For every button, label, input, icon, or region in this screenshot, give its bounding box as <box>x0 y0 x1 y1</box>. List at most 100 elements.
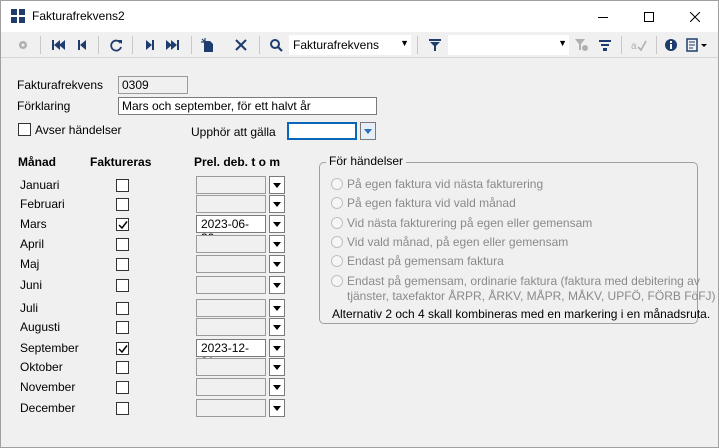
month-invoiced-checkbox[interactable] <box>116 381 129 394</box>
month-prel-date-field[interactable] <box>196 195 266 213</box>
title-bar[interactable]: Fakturafrekvens2 <box>1 1 718 32</box>
close-button[interactable] <box>672 1 718 32</box>
month-invoiced-checkbox[interactable] <box>116 402 129 415</box>
month-invoiced-checkbox[interactable] <box>116 198 129 211</box>
month-prel-date-field[interactable] <box>196 399 266 417</box>
month-prel-date-field[interactable] <box>196 358 266 376</box>
search-field-combo[interactable]: Fakturafrekvens ▼ <box>289 35 411 55</box>
chevron-down-icon: ▼ <box>400 38 409 48</box>
month-label: Oktober <box>20 360 63 374</box>
new-document-button[interactable] <box>198 35 218 55</box>
month-date-dropdown-button[interactable] <box>269 299 285 317</box>
event-option-label: På egen faktura vid vald månad <box>347 196 516 210</box>
toolbar-separator <box>98 36 99 54</box>
month-invoiced-checkbox[interactable] <box>116 279 129 292</box>
month-invoiced-checkbox[interactable] <box>116 179 129 192</box>
checkmark-icon <box>118 221 128 230</box>
month-label: Mars <box>20 217 47 231</box>
forklaring-field[interactable]: Mars och september, för ett halvt år <box>118 97 377 115</box>
month-prel-date-field[interactable]: 2023-06-30 <box>196 215 266 245</box>
search-button[interactable] <box>266 35 286 55</box>
toolbar-separator <box>40 36 41 54</box>
radio-button-icon[interactable] <box>331 197 343 209</box>
event-option-label: Vid vald månad, på egen eller gemensam <box>347 235 569 249</box>
upphor-dropdown-button[interactable] <box>360 122 376 140</box>
month-invoiced-checkbox[interactable] <box>116 321 129 334</box>
month-date-dropdown-button[interactable] <box>269 276 285 294</box>
toolbar-separator <box>417 36 418 54</box>
radio-button-icon[interactable] <box>331 275 343 287</box>
month-date-dropdown-button[interactable] <box>269 235 285 253</box>
month-prel-date-field[interactable] <box>196 318 266 336</box>
month-invoiced-checkbox[interactable] <box>116 342 129 355</box>
month-label: September <box>20 341 79 355</box>
report-menu-button[interactable] <box>683 35 711 55</box>
app-grid-icon <box>11 9 25 23</box>
fakturafrekvens-field[interactable]: 0309 <box>118 76 188 94</box>
radio-button-icon[interactable] <box>331 217 343 229</box>
new-document-icon <box>201 37 213 52</box>
next-record-button[interactable] <box>140 35 160 55</box>
avser-handelser-checkbox[interactable] <box>18 123 31 136</box>
month-invoiced-checkbox[interactable] <box>116 258 129 271</box>
radio-button-icon[interactable] <box>331 178 343 190</box>
month-prel-date-field[interactable] <box>196 276 266 294</box>
search-icon <box>270 39 283 52</box>
event-option-label: Vid nästa fakturering på egen eller geme… <box>347 216 593 230</box>
radio-button-icon[interactable] <box>331 236 343 248</box>
month-invoiced-checkbox[interactable] <box>116 302 129 315</box>
refresh-button[interactable] <box>106 35 126 55</box>
month-date-dropdown-button[interactable] <box>269 339 285 357</box>
filter-button[interactable] <box>425 35 445 55</box>
first-record-button[interactable] <box>48 35 68 55</box>
tool-button-disabled[interactable] <box>13 35 33 55</box>
month-date-dropdown-button[interactable] <box>269 318 285 336</box>
upphor-date-field[interactable] <box>287 122 357 140</box>
filter-settings-button[interactable] <box>595 35 615 55</box>
close-icon <box>690 11 700 22</box>
prel-date-column-header: Prel. deb. t o m <box>194 155 281 169</box>
month-date-dropdown-button[interactable] <box>269 215 285 233</box>
gear-icon <box>19 41 27 49</box>
month-prel-date-field[interactable] <box>196 176 266 194</box>
toolbar-separator <box>621 36 622 54</box>
toolbar-separator <box>656 36 657 54</box>
month-date-dropdown-button[interactable] <box>269 255 285 273</box>
filter-clear-icon <box>575 39 588 51</box>
month-date-dropdown-button[interactable] <box>269 378 285 396</box>
events-note: Alternativ 2 och 4 skall kombineras med … <box>332 307 711 321</box>
filter-combo[interactable]: ▼ <box>448 35 569 55</box>
spellcheck-button[interactable]: a <box>629 35 649 55</box>
month-invoiced-checkbox[interactable] <box>116 218 129 231</box>
previous-record-button[interactable] <box>72 35 92 55</box>
month-prel-date-field[interactable] <box>196 255 266 273</box>
event-option-label: På egen faktura vid nästa fakturering <box>347 177 544 191</box>
last-record-button[interactable] <box>163 35 183 55</box>
checkmark-icon <box>118 345 128 354</box>
fakturafrekvens-window: Fakturafrekvens2 Fakturafrekvens ▼ ▼ a F… <box>0 0 719 448</box>
radio-button-icon[interactable] <box>331 255 343 267</box>
filter-settings-icon <box>599 40 611 51</box>
month-date-dropdown-button[interactable] <box>269 358 285 376</box>
next-record-icon <box>146 40 154 50</box>
minimize-icon <box>598 16 608 18</box>
month-prel-date-field[interactable] <box>196 299 266 317</box>
month-invoiced-checkbox[interactable] <box>116 361 129 374</box>
maximize-button[interactable] <box>626 1 672 32</box>
filter-clear-button[interactable] <box>571 35 591 55</box>
minimize-button[interactable] <box>580 1 626 32</box>
month-date-dropdown-button[interactable] <box>269 176 285 194</box>
info-button[interactable] <box>661 35 681 55</box>
month-label: Augusti <box>20 320 61 334</box>
delete-button[interactable] <box>231 35 251 55</box>
month-date-dropdown-button[interactable] <box>269 195 285 213</box>
month-label: Januari <box>20 178 60 192</box>
month-prel-date-field[interactable]: 2023-12-31 <box>196 339 266 369</box>
month-date-dropdown-button[interactable] <box>269 399 285 417</box>
month-prel-date-field[interactable] <box>196 235 266 253</box>
toolbar: Fakturafrekvens ▼ ▼ a <box>1 32 718 58</box>
month-invoiced-checkbox[interactable] <box>116 238 129 251</box>
toolbar-separator <box>259 36 260 54</box>
month-prel-date-field[interactable] <box>196 378 266 396</box>
month-label: November <box>20 380 76 394</box>
